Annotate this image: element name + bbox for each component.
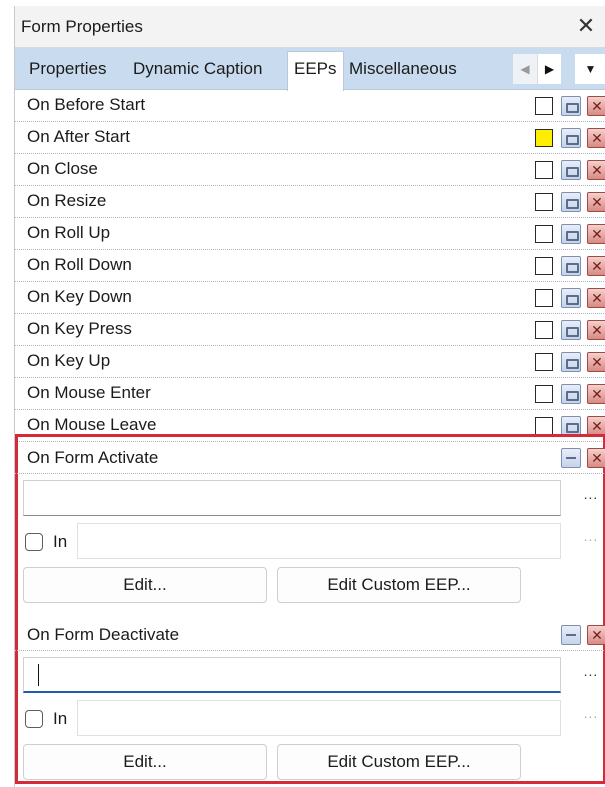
delete-event-icon[interactable]: ✕ xyxy=(587,192,605,212)
edit-event-icon[interactable] xyxy=(561,416,581,436)
in-input[interactable] xyxy=(77,523,561,559)
edit-event-icon[interactable] xyxy=(561,320,581,340)
window-title: Form Properties xyxy=(21,17,143,36)
event-checkbox[interactable] xyxy=(535,417,553,435)
edit-event-icon[interactable] xyxy=(561,224,581,244)
edit-button[interactable]: Edit... xyxy=(23,744,267,780)
delete-event-icon[interactable]: ✕ xyxy=(587,160,605,180)
in-checkbox[interactable] xyxy=(25,710,43,728)
event-row[interactable]: On Roll Up ✕ xyxy=(15,218,605,250)
tab-properties[interactable]: Properties xyxy=(29,54,106,90)
tab-dynamic-caption[interactable]: Dynamic Caption xyxy=(133,54,262,90)
event-label: On Roll Down xyxy=(27,255,132,274)
event-checkbox[interactable] xyxy=(535,289,553,307)
tab-menu-dropdown-icon[interactable]: ▼ xyxy=(575,54,605,84)
delete-event-icon[interactable]: ✕ xyxy=(587,448,605,468)
event-checkbox[interactable] xyxy=(535,129,553,147)
in-label: In xyxy=(53,532,68,551)
event-checkbox[interactable] xyxy=(535,257,553,275)
delete-event-icon[interactable]: ✕ xyxy=(587,625,605,645)
collapse-icon[interactable] xyxy=(561,448,581,468)
event-label: On After Start xyxy=(27,127,130,146)
delete-event-icon[interactable]: ✕ xyxy=(587,352,605,372)
edit-event-icon[interactable] xyxy=(561,160,581,180)
event-label: On Close xyxy=(27,159,98,178)
tab-miscellaneous[interactable]: Miscellaneous xyxy=(349,54,457,90)
event-label: On Resize xyxy=(27,191,107,210)
in-checkbox[interactable] xyxy=(25,533,43,551)
browse-code-button[interactable]: ... xyxy=(581,663,601,679)
edit-event-icon[interactable] xyxy=(561,96,581,116)
event-label: On Mouse Enter xyxy=(27,383,151,402)
edit-event-icon[interactable] xyxy=(561,288,581,308)
expanded-event-header: On Form Deactivate ✕ xyxy=(15,619,605,651)
code-input[interactable] xyxy=(23,480,561,516)
event-checkbox[interactable] xyxy=(535,97,553,115)
event-row[interactable]: On Resize ✕ xyxy=(15,186,605,218)
event-row[interactable]: On Mouse Enter ✕ xyxy=(15,378,605,410)
expanded-event-label: On Form Activate xyxy=(27,448,159,467)
event-label: On Roll Up xyxy=(27,223,111,242)
tab-scroll-right-icon[interactable]: ▶ xyxy=(537,54,561,84)
edit-event-icon[interactable] xyxy=(561,256,581,276)
event-checkbox[interactable] xyxy=(535,161,553,179)
event-checkbox[interactable] xyxy=(535,225,553,243)
in-label: In xyxy=(53,709,68,728)
event-checkbox[interactable] xyxy=(535,193,553,211)
event-label: On Mouse Leave xyxy=(27,415,157,434)
delete-event-icon[interactable]: ✕ xyxy=(587,320,605,340)
event-label: On Before Start xyxy=(27,95,146,114)
title-bar: Form Properties ✕ xyxy=(15,6,605,48)
form-properties-window: Form Properties ✕ Properties Dynamic Cap… xyxy=(14,6,605,787)
browse-code-button[interactable]: ... xyxy=(581,486,601,502)
code-input[interactable] xyxy=(23,657,561,693)
expanded-event-label: On Form Deactivate xyxy=(27,625,180,644)
edit-event-icon[interactable] xyxy=(561,384,581,404)
delete-event-icon[interactable]: ✕ xyxy=(587,256,605,276)
event-row[interactable]: On Key Up ✕ xyxy=(15,346,605,378)
event-row[interactable]: On Close ✕ xyxy=(15,154,605,186)
event-label: On Key Up xyxy=(27,351,111,370)
delete-event-icon[interactable]: ✕ xyxy=(587,384,605,404)
tab-scroll-left-icon[interactable]: ◀ xyxy=(513,54,537,84)
edit-event-icon[interactable] xyxy=(561,192,581,212)
event-checkbox[interactable] xyxy=(535,385,553,403)
collapse-icon[interactable] xyxy=(561,625,581,645)
delete-event-icon[interactable]: ✕ xyxy=(587,288,605,308)
edit-event-icon[interactable] xyxy=(561,128,581,148)
event-row[interactable]: On Key Down ✕ xyxy=(15,282,605,314)
text-caret xyxy=(38,664,39,686)
edit-custom-eep-button[interactable]: Edit Custom EEP... xyxy=(277,744,521,780)
event-checkbox[interactable] xyxy=(535,353,553,371)
expanded-event-header: On Form Activate ✕ xyxy=(15,442,605,474)
browse-in-button[interactable]: ... xyxy=(581,705,601,721)
event-label: On Key Press xyxy=(27,319,132,338)
edit-custom-eep-button[interactable]: Edit Custom EEP... xyxy=(277,567,521,603)
delete-event-icon[interactable]: ✕ xyxy=(587,416,605,436)
edit-event-icon[interactable] xyxy=(561,352,581,372)
tab-strip: Properties Dynamic Caption EEPs Miscella… xyxy=(15,48,605,91)
event-row[interactable]: On Before Start ✕ xyxy=(15,90,605,122)
event-row[interactable]: On Key Press ✕ xyxy=(15,314,605,346)
tab-eeps[interactable]: EEPs xyxy=(287,51,344,91)
browse-in-button[interactable]: ... xyxy=(581,528,601,544)
edit-button[interactable]: Edit... xyxy=(23,567,267,603)
event-row[interactable]: On Roll Down ✕ xyxy=(15,250,605,282)
close-icon[interactable]: ✕ xyxy=(572,12,600,40)
delete-event-icon[interactable]: ✕ xyxy=(587,96,605,116)
delete-event-icon[interactable]: ✕ xyxy=(587,128,605,148)
event-checkbox[interactable] xyxy=(535,321,553,339)
event-label: On Key Down xyxy=(27,287,132,306)
in-input[interactable] xyxy=(77,700,561,736)
event-row[interactable]: On After Start ✕ xyxy=(15,122,605,154)
delete-event-icon[interactable]: ✕ xyxy=(587,224,605,244)
